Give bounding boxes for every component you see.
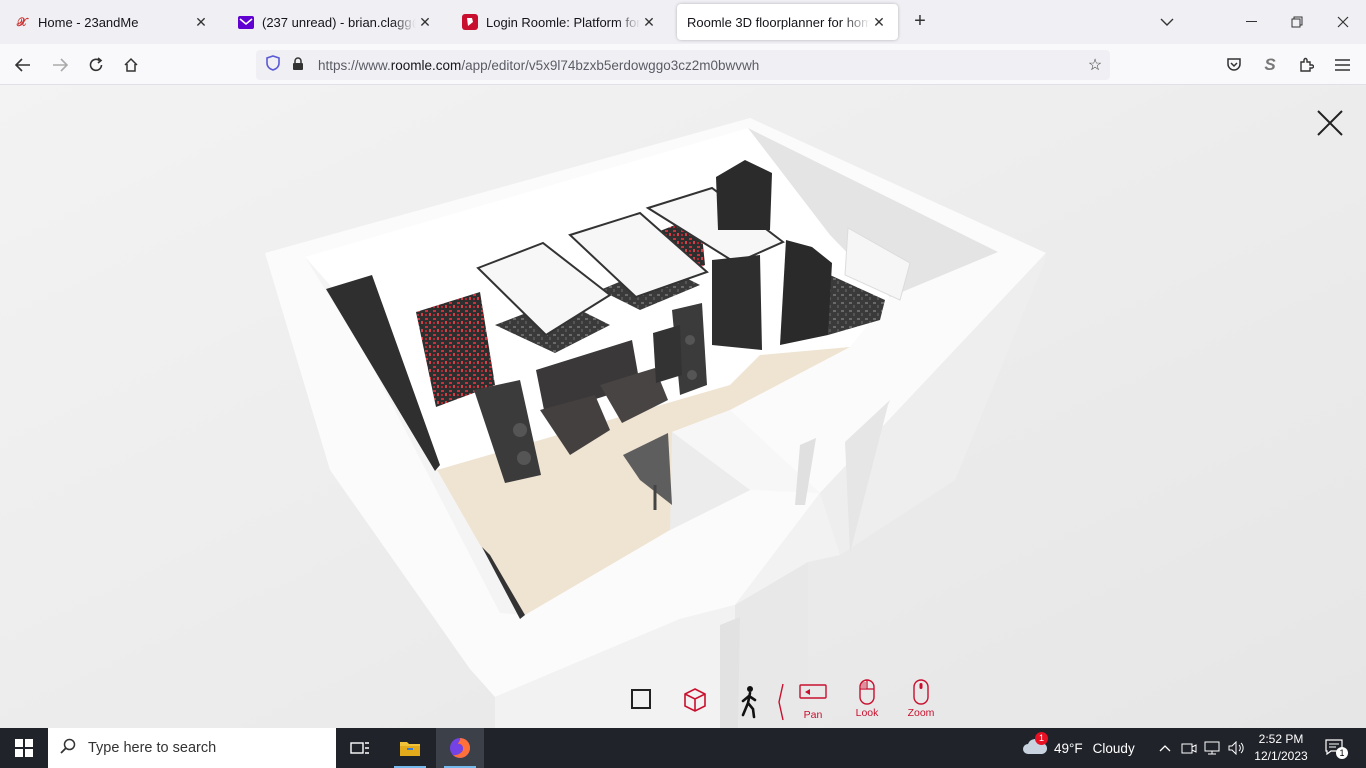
pan-label: Pan [803, 709, 823, 721]
extensions-puzzle-icon[interactable] [1293, 52, 1319, 78]
new-tab-button[interactable]: + [908, 10, 932, 34]
walk-mode-button[interactable] [722, 679, 776, 727]
look-button[interactable]: Look [840, 679, 894, 727]
forward-arrow-icon[interactable] [47, 52, 73, 78]
windows-taskbar: Type here to search 1 49°F Cloudy 2:52 P… [0, 728, 1366, 768]
tab-title: (237 unread) - brian.clagg@yahoo.com [262, 14, 416, 30]
tab-title: Home - 23andMe [38, 14, 139, 30]
network-icon[interactable] [1202, 728, 1222, 768]
menu-hamburger-icon[interactable] [1329, 52, 1355, 78]
restore-icon[interactable] [1274, 0, 1320, 44]
weather-alert-badge: 1 [1035, 732, 1048, 745]
clock-date: 12/1/2023 [1254, 749, 1308, 763]
search-icon [48, 738, 88, 759]
close-tab-icon[interactable]: ✕ [192, 13, 210, 31]
tab-yahoo-mail[interactable]: (237 unread) - brian.clagg@yahoo.com ✕ [228, 4, 444, 40]
minimize-icon[interactable] [1228, 0, 1274, 44]
tab-roomle-login[interactable]: Login Roomle: Platform for visualization… [452, 4, 668, 40]
tracking-shield-icon[interactable] [258, 55, 288, 75]
show-hidden-icons-chevron-icon[interactable] [1156, 728, 1174, 768]
toolbar-divider [776, 679, 786, 727]
list-all-tabs-icon[interactable] [1144, 0, 1190, 44]
taskbar-search-box[interactable]: Type here to search [48, 728, 336, 768]
2d-view-button[interactable] [614, 679, 668, 727]
notification-center-icon: 1 [1325, 739, 1348, 759]
file-explorer-icon[interactable] [386, 728, 434, 768]
tab-title: Login Roomle: Platform for visualization [486, 14, 640, 30]
zoom-label: Zoom [907, 707, 935, 719]
search-placeholder: Type here to search [88, 740, 217, 756]
weather-condition: Cloudy [1092, 740, 1135, 756]
mouse-left-icon [859, 679, 875, 705]
close-tab-icon[interactable]: ✕ [416, 13, 434, 31]
url-bar[interactable]: https://www.roomle.com/app/editor/v5x9l7… [256, 50, 1110, 80]
reload-icon[interactable] [83, 52, 109, 78]
notification-count-badge: 1 [1336, 747, 1348, 759]
weather-temperature: 49°F [1054, 740, 1083, 756]
extension-s-icon[interactable]: S [1257, 52, 1283, 78]
url-text: https://www.roomle.com/app/editor/v5x9l7… [318, 57, 760, 73]
firefox-icon[interactable] [436, 728, 484, 768]
back-arrow-icon[interactable] [10, 52, 36, 78]
camera-toolbar: Pan Look Zoom [614, 679, 948, 727]
23andme-icon: 𝒳 [16, 14, 28, 29]
square-icon [631, 689, 651, 709]
zoom-button[interactable]: Zoom [894, 679, 948, 727]
roomle-icon [462, 14, 478, 30]
weather-widget[interactable]: 1 49°F Cloudy [1022, 728, 1135, 768]
windows-logo-icon [15, 739, 33, 757]
look-label: Look [855, 707, 879, 719]
editor-3d-viewport[interactable]: Pan Look Zoom [0, 85, 1366, 728]
close-editor-icon[interactable] [1314, 107, 1346, 139]
room-3d-render[interactable] [0, 85, 1366, 728]
3d-view-button[interactable] [668, 679, 722, 727]
home-icon[interactable] [118, 52, 144, 78]
lock-icon[interactable] [288, 56, 308, 74]
clock-time: 2:52 PM [1258, 732, 1304, 746]
tab-roomle-planner[interactable]: Roomle 3D floorplanner for home & office… [677, 4, 898, 40]
task-view-icon[interactable] [336, 728, 384, 768]
cube-icon [684, 688, 706, 712]
cloudy-weather-icon: 1 [1022, 732, 1048, 758]
pan-icon [799, 684, 827, 699]
tab-strip: 𝒳 Home - 23andMe ✕ (237 unread) - brian.… [0, 0, 1366, 44]
mouse-scroll-icon [913, 679, 929, 705]
close-tab-icon[interactable]: ✕ [640, 13, 658, 31]
pocket-icon[interactable] [1221, 52, 1247, 78]
pan-button[interactable]: Pan [786, 679, 840, 727]
close-tab-icon[interactable]: ✕ [870, 13, 888, 31]
walking-person-icon [741, 686, 757, 719]
tab-23andme[interactable]: 𝒳 Home - 23andMe ✕ [4, 4, 220, 40]
start-button[interactable] [0, 728, 48, 768]
meet-now-icon[interactable] [1180, 728, 1198, 768]
navigation-bar: https://www.roomle.com/app/editor/v5x9l7… [0, 44, 1366, 85]
system-clock[interactable]: 2:52 PM 12/1/2023 [1240, 731, 1322, 765]
yahoo-mail-icon [238, 14, 254, 30]
tab-title: Roomle 3D floorplanner for home & office [687, 14, 870, 30]
notifications-button[interactable]: 1 [1322, 728, 1348, 768]
bookmark-star-icon[interactable]: ☆ [1080, 55, 1110, 75]
close-window-icon[interactable] [1320, 0, 1366, 44]
